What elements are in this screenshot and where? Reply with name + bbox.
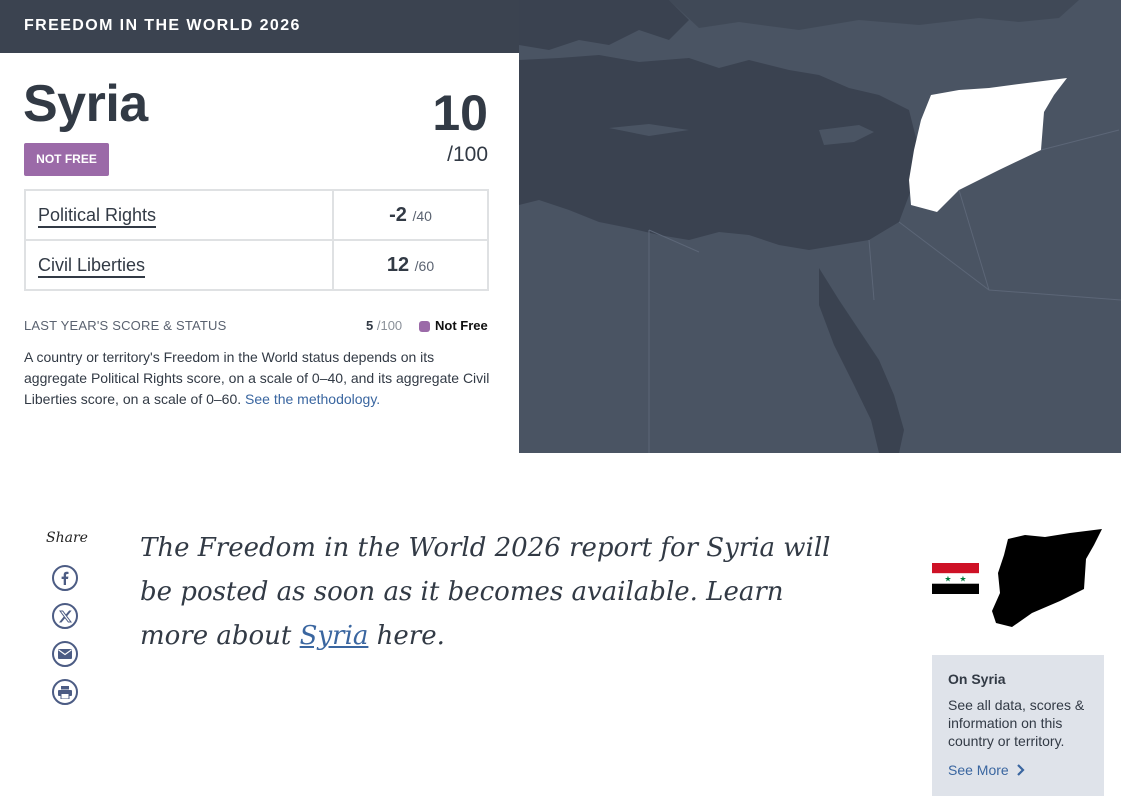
total-score: 10 — [432, 85, 488, 141]
report-text-end: here. — [376, 621, 445, 651]
last-year-score-value: 5 — [366, 318, 374, 333]
share-label: Share — [46, 530, 88, 546]
civil-liberties-max: /60 — [414, 257, 435, 274]
methodology-link[interactable]: See the methodology. — [245, 391, 380, 407]
country-link[interactable]: Syria — [300, 621, 369, 651]
status-description: A country or territory's Freedom in the … — [24, 347, 494, 410]
header-bar: FREEDOM IN THE WORLD 2026 — [0, 0, 519, 53]
category-score-cell: 12 /60 — [332, 239, 489, 291]
see-more-link[interactable]: See More — [948, 762, 1026, 778]
political-rights-score: -2 — [389, 203, 407, 226]
status-badge: NOT FREE — [24, 143, 109, 176]
last-year-score-max: /100 — [376, 318, 403, 333]
flag-icon: ★ ★ — [932, 563, 979, 594]
table-row: Political Rights -2 /40 — [24, 189, 489, 241]
card-description: See all data, scores & information on th… — [948, 697, 1085, 749]
total-score-max: /100 — [447, 143, 488, 166]
country-info-card[interactable]: On Syria See all data, scores & informat… — [932, 655, 1104, 796]
share-x-button[interactable] — [52, 603, 78, 629]
email-icon — [58, 649, 72, 659]
civil-liberties-link[interactable]: Civil Liberties — [38, 254, 146, 278]
svg-text:★: ★ — [959, 575, 966, 584]
category-cell: Civil Liberties — [24, 239, 334, 291]
report-notice: The Freedom in the World 2026 report for… — [140, 526, 840, 658]
card-title: On Syria — [948, 671, 1006, 687]
country-name: Syria — [23, 75, 148, 133]
country-map — [519, 0, 1121, 453]
last-year-score: 5 /100 — [366, 318, 402, 333]
report-title: FREEDOM IN THE WORLD 2026 — [24, 17, 301, 34]
civil-liberties-score: 12 — [386, 253, 410, 276]
status-dot-icon — [419, 321, 430, 332]
svg-text:★: ★ — [944, 575, 951, 584]
print-icon — [58, 685, 72, 699]
share-email-button[interactable] — [52, 641, 78, 667]
category-score-cell: -2 /40 — [332, 189, 489, 241]
x-icon — [58, 610, 72, 622]
print-button[interactable] — [52, 679, 78, 705]
facebook-icon — [61, 571, 69, 585]
chevron-right-icon — [1016, 764, 1025, 776]
last-year-label: LAST YEAR'S SCORE & STATUS — [24, 318, 227, 333]
report-text: The Freedom in the World 2026 report for… — [140, 533, 831, 651]
political-rights-link[interactable]: Political Rights — [38, 204, 157, 228]
country-silhouette-icon — [992, 529, 1102, 627]
share-facebook-button[interactable] — [52, 565, 78, 591]
table-row: Civil Liberties 12 /60 — [24, 239, 489, 291]
category-cell: Political Rights — [24, 189, 334, 241]
category-scores-table: Political Rights -2 /40 Civil Liberties … — [24, 189, 489, 291]
see-more-label: See More — [948, 762, 1009, 778]
political-rights-max: /40 — [412, 207, 432, 224]
last-year-status: Not Free — [435, 318, 488, 333]
